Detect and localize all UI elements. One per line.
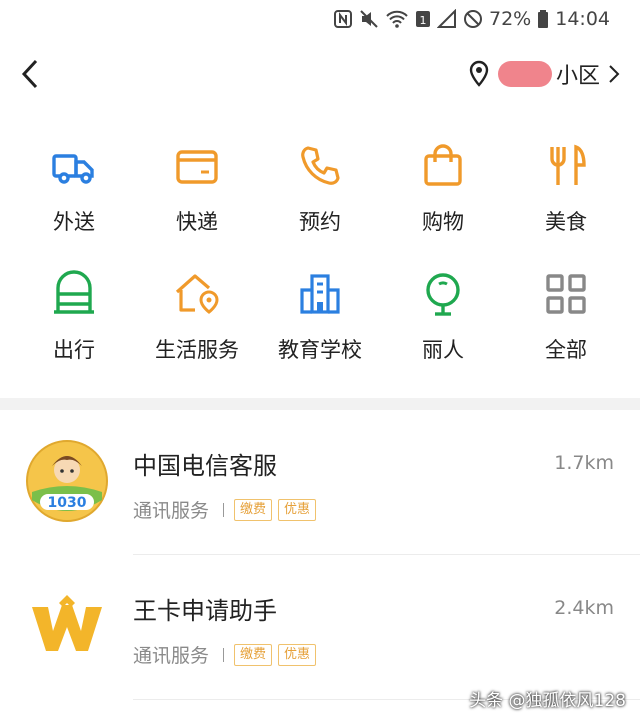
location-label: 小区	[555, 64, 600, 89]
delivery-truck-icon	[52, 154, 94, 184]
mirror-icon	[426, 273, 460, 316]
category-liren[interactable]: 丽人	[381, 258, 505, 378]
location-selector[interactable]: 小区	[468, 54, 620, 94]
svg-text:1: 1	[420, 14, 427, 27]
category-jiaoyu-xuexiao[interactable]: 教育学校	[258, 258, 382, 378]
watermark: 头条 @独孤依风128	[469, 691, 626, 711]
list-item[interactable]: 王卡申请助手 2.4km 通讯服务 缴费 优惠	[0, 555, 640, 700]
meta-separator	[223, 502, 225, 517]
back-button[interactable]	[10, 52, 50, 96]
item-title: 中国电信客服	[133, 452, 277, 480]
category-label: 全部	[545, 338, 587, 362]
category-waisong[interactable]: 外送	[12, 130, 136, 250]
category-label: 预约	[299, 210, 341, 234]
item-meta: 通讯服务 缴费 优惠	[133, 641, 322, 668]
category-label: 外送	[53, 210, 95, 234]
category-gouwu[interactable]: 购物	[381, 130, 505, 250]
category-label: 教育学校	[278, 338, 362, 362]
status-bar: 1 72% 14:04	[0, 0, 640, 38]
category-label: 丽人	[422, 338, 464, 362]
category-label: 快递	[176, 210, 218, 234]
item-category: 通讯服务	[133, 645, 210, 667]
item-category: 通讯服务	[133, 500, 210, 522]
china-telecom-avatar: 1030	[26, 440, 108, 522]
category-meishi[interactable]: 美食	[504, 130, 628, 250]
clock: 14:04	[555, 8, 610, 30]
tag-discount: 优惠	[278, 643, 317, 666]
wifi-icon	[386, 10, 408, 28]
category-yuyue[interactable]: 预约	[258, 130, 382, 250]
list-item[interactable]: 1030 中国电信客服 1.7km 通讯服务 缴费 优惠	[0, 410, 640, 555]
tag-pay: 缴费	[234, 643, 273, 666]
svg-text:1030: 1030	[48, 495, 87, 511]
chevron-right-icon	[609, 65, 620, 83]
school-building-icon	[300, 274, 340, 314]
bus-icon	[54, 270, 94, 314]
wangka-logo	[32, 595, 102, 651]
item-distance: 2.4km	[554, 597, 614, 619]
chevron-left-icon	[21, 59, 38, 89]
phone-icon	[301, 146, 340, 185]
section-divider	[0, 398, 640, 410]
category-quanbu[interactable]: 全部	[504, 258, 628, 378]
category-label: 生活服务	[155, 338, 239, 362]
home-location-icon	[175, 274, 219, 314]
item-distance: 1.7km	[554, 452, 614, 474]
tag-discount: 优惠	[278, 498, 317, 521]
location-pin-icon	[469, 60, 489, 87]
category-label: 美食	[545, 210, 587, 234]
category-label: 出行	[53, 338, 95, 362]
category-chuxing[interactable]: 出行	[12, 258, 136, 378]
category-kuaidi[interactable]: 快递	[135, 130, 259, 250]
meta-separator	[223, 647, 225, 662]
category-grid: 外送 快递 预约 购物 美食 出行 生活服务 教育学校 丽人 全部	[0, 130, 640, 380]
redacted-location	[497, 61, 552, 87]
parcel-box-icon	[176, 150, 218, 184]
do-not-disturb-icon	[464, 10, 482, 28]
sim-1-icon: 1	[416, 11, 430, 27]
category-shenghuo-fuwu[interactable]: 生活服务	[135, 258, 259, 378]
item-title: 王卡申请助手	[133, 597, 277, 625]
tag-pay: 缴费	[234, 498, 273, 521]
fork-knife-icon	[550, 144, 586, 185]
header: 小区	[0, 38, 640, 110]
nfc-icon	[334, 10, 352, 28]
item-meta: 通讯服务 缴费 优惠	[133, 496, 322, 523]
battery-icon	[538, 10, 549, 28]
grid-icon	[546, 274, 586, 314]
category-label: 购物	[422, 210, 464, 234]
status-icons: 1 72% 14:04	[333, 6, 610, 32]
mute-icon	[360, 10, 378, 28]
battery-percent: 72%	[489, 8, 532, 30]
shopping-bag-icon	[424, 144, 462, 186]
signal-icon	[437, 9, 456, 28]
